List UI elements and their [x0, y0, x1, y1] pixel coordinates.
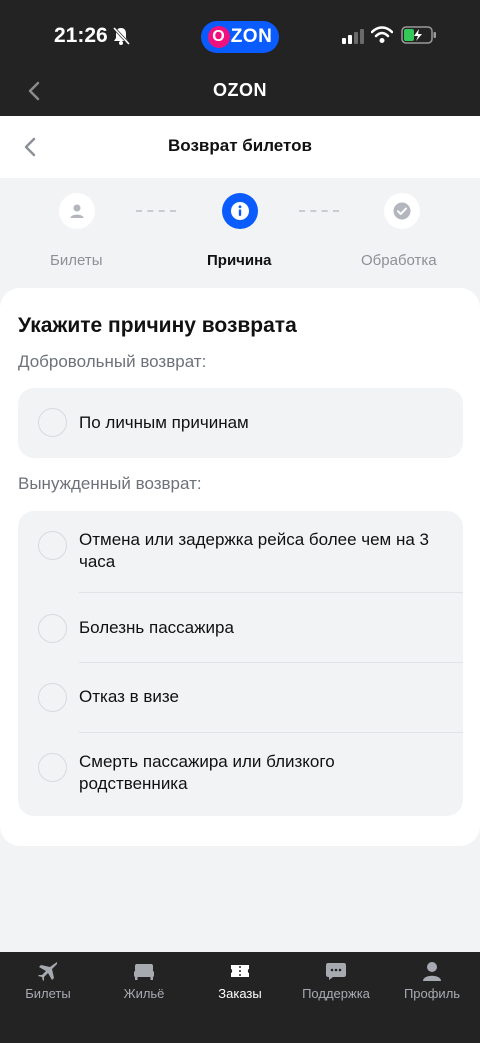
radio-button[interactable]	[38, 531, 67, 560]
profile-icon	[423, 962, 441, 981]
radio-button[interactable]	[38, 753, 67, 782]
tab-label: Заказы	[218, 986, 262, 1001]
tab-tickets[interactable]: Билеты	[0, 952, 96, 1022]
tab-label: Профиль	[403, 986, 461, 1001]
chat-icon	[326, 963, 346, 980]
battery-charging-icon	[401, 26, 436, 44]
option-flight-cancel[interactable]: Отмена или задержка рейса более чем на 3…	[18, 511, 463, 593]
page-title: Возврат билетов	[168, 136, 312, 155]
voluntary-options: По личным причинам	[18, 388, 463, 458]
option-label: По личным причинам	[79, 413, 249, 432]
option-label: Смерть пассажира или близкого родственни…	[79, 752, 335, 793]
card-title: Укажите причину возврата	[18, 314, 297, 337]
step-label-processing: Обработка	[361, 252, 437, 269]
step-label-tickets: Билеты	[50, 252, 103, 269]
radio-button[interactable]	[38, 408, 67, 437]
tab-orders[interactable]: Заказы	[192, 952, 288, 1022]
bottom-tab-bar: Билеты Жильё Заказы Поддержка Профиль	[0, 952, 480, 1043]
app-top-bar: 21:26 O ZON OZON	[0, 0, 480, 116]
option-death[interactable]: Смерть пассажира или близкого родственни…	[18, 733, 463, 816]
status-time: 21:26	[54, 24, 108, 47]
forced-options: Отмена или задержка рейса более чем на 3…	[18, 511, 463, 816]
step-tickets	[59, 193, 95, 229]
step-processing	[384, 193, 420, 229]
radio-button[interactable]	[38, 614, 67, 643]
tab-housing[interactable]: Жильё	[96, 952, 192, 1022]
airplane-icon	[38, 962, 57, 981]
option-personal-reasons[interactable]: По личным причинам	[18, 388, 463, 458]
step-connector	[299, 210, 339, 212]
tab-label: Жильё	[123, 986, 165, 1001]
bed-icon	[134, 964, 154, 980]
cellular-signal-icon	[342, 29, 364, 44]
option-label: Отказ в визе	[79, 687, 179, 706]
voluntary-section-label: Добровольный возврат:	[18, 352, 207, 371]
option-passenger-illness[interactable]: Болезнь пассажира	[18, 593, 463, 663]
progress-stepper: Билеты Причина Обработка	[0, 178, 480, 288]
ticket-icon	[231, 965, 249, 977]
info-icon	[231, 202, 249, 220]
option-label: Отмена или задержка рейса более чем на 3…	[79, 530, 429, 571]
step-label-reason: Причина	[207, 252, 272, 269]
tab-support[interactable]: Поддержка	[288, 952, 384, 1022]
tab-label: Поддержка	[302, 986, 370, 1001]
person-icon	[70, 204, 84, 218]
step-reason	[222, 193, 258, 229]
forced-section-label: Вынужденный возврат:	[18, 474, 202, 493]
radio-button[interactable]	[38, 683, 67, 712]
option-label: Болезнь пассажира	[79, 618, 234, 637]
ozon-logo: O ZON	[201, 21, 279, 53]
wifi-icon	[371, 26, 393, 43]
tab-label: Билеты	[25, 986, 71, 1001]
step-connector	[136, 210, 176, 212]
app-header-title: OZON	[213, 80, 267, 100]
tab-profile[interactable]: Профиль	[384, 952, 480, 1022]
option-visa-denied[interactable]: Отказ в визе	[18, 663, 463, 733]
reason-card: Укажите причину возврата Добровольный во…	[0, 288, 480, 846]
check-icon	[393, 202, 411, 220]
bell-muted-icon	[112, 26, 130, 46]
page-nav-bar: Возврат билетов	[0, 116, 480, 178]
